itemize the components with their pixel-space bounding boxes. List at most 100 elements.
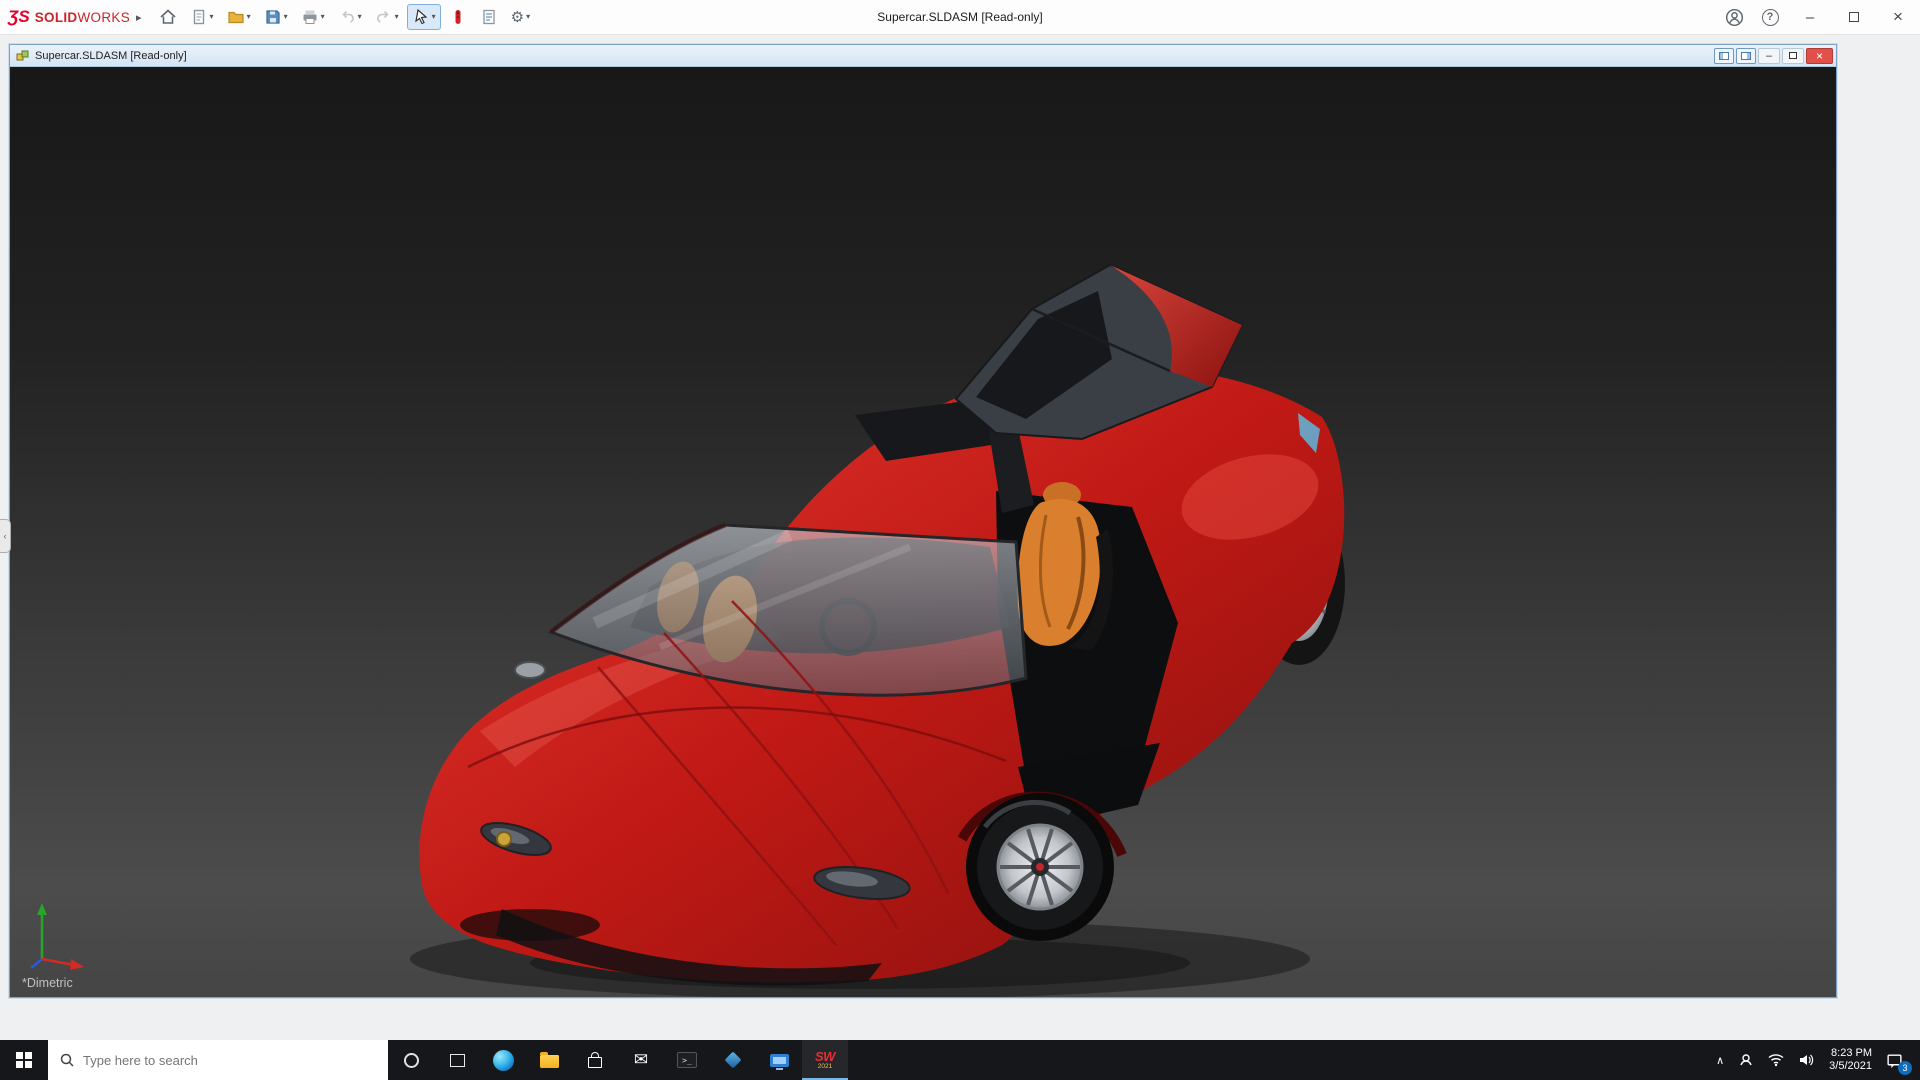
- dropdown-caret[interactable]: ▾: [432, 13, 436, 21]
- file-explorer-button[interactable]: [526, 1040, 572, 1080]
- hidden-icons-button[interactable]: ∧: [1709, 1040, 1731, 1080]
- window-title: Supercar.SLDASM [Read-only]: [877, 10, 1042, 24]
- volume-icon: [1798, 1052, 1814, 1068]
- screen: ƷS SOLIDWORKS ▸ ▾ ▾ ▾ ▾: [0, 0, 1920, 1080]
- app-titlebar: ƷS SOLIDWORKS ▸ ▾ ▾ ▾ ▾: [0, 0, 1920, 35]
- solidworks-taskbar-button[interactable]: SW 2021: [802, 1040, 848, 1080]
- volume-button[interactable]: [1791, 1040, 1821, 1080]
- new-document-button[interactable]: ▾: [185, 4, 219, 30]
- windows-logo-icon: [16, 1052, 32, 1068]
- options-button[interactable]: ⚙ ▾: [506, 4, 535, 30]
- search-icon: [59, 1052, 75, 1068]
- graphics-viewport[interactable]: *Dimetric: [10, 67, 1836, 997]
- orientation-triad: [26, 897, 90, 971]
- terminal-button[interactable]: >_: [664, 1040, 710, 1080]
- wifi-icon: [1768, 1052, 1784, 1068]
- rebuild-button[interactable]: [444, 4, 472, 30]
- sw-year: 2021: [818, 1064, 832, 1071]
- dropdown-caret[interactable]: ▾: [526, 13, 530, 21]
- dropdown-caret[interactable]: ▾: [395, 13, 399, 21]
- view-orientation-label: *Dimetric: [22, 976, 73, 990]
- home-icon: [159, 8, 177, 26]
- mail-button[interactable]: ✉: [618, 1040, 664, 1080]
- home-button[interactable]: [154, 4, 182, 30]
- dropdown-caret[interactable]: ▾: [321, 13, 325, 21]
- task-view-icon: [450, 1054, 465, 1067]
- dropdown-caret[interactable]: ▾: [358, 13, 362, 21]
- help-icon: ?: [1762, 9, 1779, 26]
- dropdown-caret[interactable]: ▾: [210, 13, 214, 21]
- redo-icon: [375, 8, 393, 26]
- taskbar-clock[interactable]: 8:23 PM 3/5/2021: [1821, 1047, 1880, 1073]
- brand-works: WORKS: [78, 10, 131, 25]
- pane-toggle-left-button[interactable]: [1714, 48, 1734, 64]
- pane-right-icon: [1741, 52, 1751, 60]
- terminal-icon: >_: [677, 1052, 697, 1068]
- people-icon: [1738, 1052, 1754, 1068]
- rebuild-icon: [449, 8, 467, 26]
- monitor-app-button[interactable]: [756, 1040, 802, 1080]
- solidworks-logo-mark: ƷS: [8, 7, 30, 27]
- close-icon: ×: [1893, 7, 1903, 27]
- help-button[interactable]: ?: [1752, 0, 1788, 34]
- panel-collapse-tab[interactable]: ‹: [0, 519, 11, 553]
- select-tool-button[interactable]: ▾: [407, 4, 441, 30]
- start-button[interactable]: [0, 1040, 48, 1080]
- print-button[interactable]: ▾: [296, 4, 330, 30]
- sw-letters: SW: [815, 1050, 835, 1063]
- maximize-icon: [1849, 12, 1859, 22]
- titlebar-controls: ? – ×: [1716, 0, 1920, 34]
- cortana-icon: [404, 1053, 419, 1068]
- taskbar: ✉ >_ SW 2021 ∧ 8:23 PM 3/5/2021: [0, 1040, 1920, 1080]
- save-button[interactable]: ▾: [259, 4, 293, 30]
- undo-button[interactable]: ▾: [333, 4, 367, 30]
- file-explorer-icon: [540, 1055, 559, 1068]
- document-close-button[interactable]: ×: [1806, 48, 1833, 64]
- new-document-icon: [190, 8, 208, 26]
- cube-app-button[interactable]: [710, 1040, 756, 1080]
- open-button[interactable]: ▾: [222, 4, 256, 30]
- dropdown-caret[interactable]: ▾: [247, 13, 251, 21]
- action-center-button[interactable]: 3: [1880, 1040, 1915, 1080]
- cube-app-icon: [725, 1052, 742, 1069]
- document-restore-button[interactable]: [1782, 48, 1804, 64]
- open-folder-icon: [227, 8, 245, 26]
- pane-left-icon: [1719, 52, 1729, 60]
- select-cursor-icon: [412, 8, 430, 26]
- system-tray: ∧ 8:23 PM 3/5/2021 3: [1709, 1040, 1920, 1080]
- store-button[interactable]: [572, 1040, 618, 1080]
- document-minimize-button[interactable]: –: [1758, 48, 1780, 64]
- mail-icon: ✉: [634, 1050, 648, 1070]
- print-icon: [301, 8, 319, 26]
- redo-button[interactable]: ▾: [370, 4, 404, 30]
- edge-button[interactable]: [480, 1040, 526, 1080]
- assembly-icon: [16, 49, 30, 63]
- file-properties-button[interactable]: [475, 4, 503, 30]
- close-button[interactable]: ×: [1876, 0, 1920, 34]
- people-tray-button[interactable]: [1731, 1040, 1761, 1080]
- menu-expand-arrow[interactable]: ▸: [136, 11, 142, 24]
- cortana-button[interactable]: [388, 1040, 434, 1080]
- brand-solid: SOLID: [35, 10, 78, 25]
- quick-access-toolbar: ▾ ▾ ▾ ▾ ▾ ▾ ▾: [154, 4, 536, 30]
- pane-toggle-right-button[interactable]: [1736, 48, 1756, 64]
- network-button[interactable]: [1761, 1040, 1791, 1080]
- clock-date: 3/5/2021: [1829, 1060, 1872, 1073]
- chevron-up-icon: ∧: [1716, 1054, 1724, 1067]
- minimize-button[interactable]: –: [1788, 0, 1832, 34]
- minimize-icon: –: [1806, 9, 1814, 26]
- doc-close-icon: ×: [1816, 49, 1823, 63]
- search-input[interactable]: [83, 1053, 377, 1068]
- document-window-controls: – ×: [1714, 48, 1833, 64]
- document-title: Supercar.SLDASM [Read-only]: [35, 50, 187, 62]
- notification-badge: 3: [1898, 1061, 1912, 1075]
- task-view-button[interactable]: [434, 1040, 480, 1080]
- solidworks-app-icon: SW 2021: [815, 1050, 835, 1071]
- solidworks-wordmark: SOLIDWORKS: [35, 10, 130, 25]
- document-titlebar[interactable]: Supercar.SLDASM [Read-only] – ×: [10, 45, 1836, 67]
- maximize-button[interactable]: [1832, 0, 1876, 34]
- dropdown-caret[interactable]: ▾: [284, 13, 288, 21]
- account-button[interactable]: [1716, 0, 1752, 34]
- supercar-model[interactable]: [10, 67, 1836, 997]
- taskbar-search[interactable]: [48, 1040, 388, 1080]
